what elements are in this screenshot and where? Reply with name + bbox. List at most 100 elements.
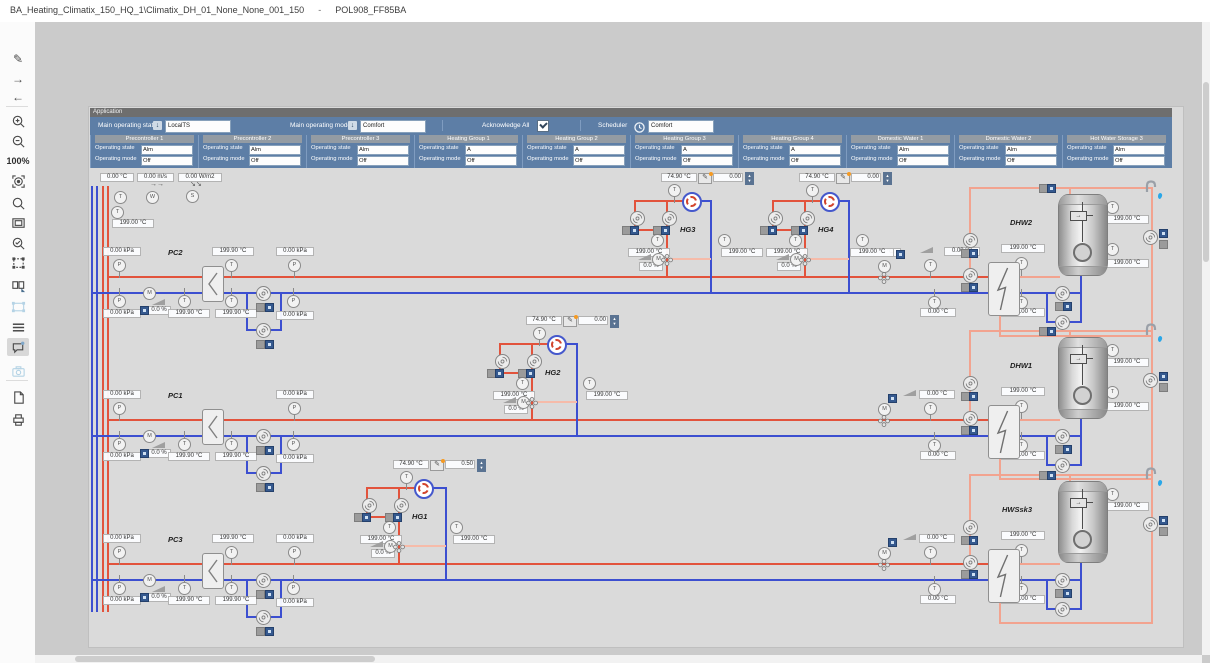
circulation-pump-icon[interactable] [820, 192, 840, 212]
setpoint-input[interactable]: 0.00 [851, 173, 881, 182]
print-icon[interactable] [7, 410, 29, 428]
valve-icon[interactable] [393, 540, 405, 552]
selection-frame-icon[interactable] [7, 254, 29, 272]
setpoint-input[interactable]: 0.00 [578, 316, 608, 325]
setpoint-box[interactable]: 74.90 °C [661, 173, 697, 182]
setpoint-input[interactable]: 0.50 [445, 460, 475, 469]
scheduler-input[interactable]: Comfort [648, 120, 714, 133]
value-box[interactable]: 0.00 kPa [103, 390, 141, 399]
setpoint-input[interactable]: 0.00 [713, 173, 743, 182]
pump-icon[interactable] [362, 498, 377, 513]
zoom-level-icon[interactable]: 100% [7, 152, 29, 170]
value-box[interactable]: 0.00 °C [919, 390, 955, 399]
pen-icon[interactable]: ✎ [7, 50, 29, 68]
search-icon[interactable] [7, 194, 29, 212]
scrollbar-thumb[interactable] [1203, 82, 1209, 262]
circulation-pump-icon[interactable] [547, 335, 567, 355]
pump-icon[interactable] [1055, 602, 1070, 617]
pump-icon[interactable] [256, 323, 271, 338]
pump-icon[interactable] [256, 466, 271, 481]
pump-icon[interactable] [800, 211, 815, 226]
pump-icon[interactable] [963, 376, 978, 391]
pump-icon[interactable] [394, 498, 409, 513]
operating-state-input[interactable]: A [681, 145, 733, 155]
zoom-check-icon[interactable] [7, 234, 29, 252]
main-operating-state-input[interactable]: LocalTS [165, 120, 231, 133]
main-operating-mode-input[interactable]: Comfort [360, 120, 426, 133]
pump-icon[interactable] [256, 573, 271, 588]
value-box[interactable]: 199.90 °C [168, 452, 210, 461]
value-box[interactable]: 0.00 kPa [276, 454, 314, 463]
value-box[interactable]: 0.00 kPa [103, 596, 141, 605]
operating-mode-input[interactable]: Off [897, 156, 949, 166]
value-box[interactable]: 0.00 °C [920, 451, 956, 460]
pump-icon[interactable] [256, 286, 271, 301]
value-box[interactable]: 199.90 °C [212, 534, 254, 543]
spinner-control[interactable]: ▲▼ [745, 172, 754, 185]
setpoint-box[interactable]: 74.90 °C [799, 173, 835, 182]
edit-icon[interactable]: ✎ [698, 173, 712, 184]
pump-icon[interactable] [1143, 517, 1158, 532]
value-box[interactable]: 199.00 °C [1105, 402, 1149, 411]
pump-icon[interactable] [662, 211, 677, 226]
dhw-heat-exchanger[interactable] [988, 405, 1020, 459]
value-box[interactable]: 199.00 °C [112, 219, 154, 228]
operating-state-input[interactable]: Alm [249, 145, 301, 155]
value-box[interactable]: 199.00 °C [1105, 502, 1149, 511]
value-box[interactable]: 0.00 kPa [103, 309, 141, 318]
pump-icon[interactable] [768, 211, 783, 226]
heat-exchanger[interactable] [202, 266, 224, 302]
operating-state-input[interactable]: Alm [357, 145, 409, 155]
value-box[interactable]: 199.00 °C [850, 248, 894, 257]
storage-tank[interactable]: → [1058, 337, 1108, 419]
forward-icon[interactable]: → [7, 70, 29, 88]
storage-tank[interactable]: → [1058, 481, 1108, 563]
center-view-icon[interactable] [7, 172, 29, 190]
value-box[interactable]: 199.90 °C [215, 452, 257, 461]
comment-icon[interactable] [7, 338, 29, 356]
value-box[interactable]: 0.00 °C [920, 595, 956, 604]
operating-state-input[interactable]: Alm [1005, 145, 1057, 155]
edit-icon[interactable]: ✎ [563, 316, 577, 327]
value-box[interactable]: 0.00 kPa [276, 311, 314, 320]
value-box[interactable]: 0.00 kPa [103, 452, 141, 461]
scrollbar-thumb[interactable] [75, 656, 375, 662]
setpoint-box[interactable]: 74.90 °C [526, 316, 562, 325]
pump-icon[interactable] [1143, 373, 1158, 388]
valve-icon[interactable] [526, 396, 538, 408]
operating-state-input[interactable]: Alm [141, 145, 193, 155]
pump-icon[interactable] [1055, 429, 1070, 444]
value-box[interactable]: 199.00 °C [1105, 259, 1149, 268]
operating-mode-input[interactable]: Off [465, 156, 517, 166]
value-box[interactable]: 199.90 °C [212, 247, 254, 256]
edit-icon[interactable]: ✎ [836, 173, 850, 184]
override-icon[interactable]: ↓ [153, 121, 162, 130]
pump-icon[interactable] [527, 354, 542, 369]
pump-icon[interactable] [256, 610, 271, 625]
pump-icon[interactable] [630, 211, 645, 226]
value-box[interactable]: 0.00 °C [919, 534, 955, 543]
menu-icon[interactable] [7, 318, 29, 336]
storage-tank[interactable]: → [1058, 194, 1108, 276]
value-box[interactable]: 0.00 kPa [103, 247, 141, 256]
circulation-pump-icon[interactable] [682, 192, 702, 212]
operating-mode-input[interactable]: Off [681, 156, 733, 166]
zoom-out-icon[interactable] [7, 132, 29, 150]
pump-icon[interactable] [963, 233, 978, 248]
pump-icon[interactable] [495, 354, 510, 369]
valve-icon[interactable] [878, 414, 890, 426]
override-icon[interactable]: ↓ [348, 121, 357, 130]
heat-exchanger[interactable] [202, 409, 224, 445]
valve-icon[interactable] [878, 271, 890, 283]
value-box[interactable]: 0.00 kPa [276, 390, 314, 399]
dhw-heat-exchanger[interactable] [988, 262, 1020, 316]
value-box[interactable]: 0.00 °C [920, 308, 956, 317]
pump-icon[interactable] [963, 268, 978, 283]
value-box[interactable]: 199.90 °C [215, 596, 257, 605]
value-box[interactable]: 199.90 °C [168, 309, 210, 318]
value-box[interactable]: 0.00 kPa [276, 598, 314, 607]
back-icon[interactable]: ← [7, 88, 29, 106]
setpoint-box[interactable]: 74.90 °C [393, 460, 429, 469]
operating-state-input[interactable]: A [573, 145, 625, 155]
split-view-icon[interactable] [7, 276, 29, 294]
